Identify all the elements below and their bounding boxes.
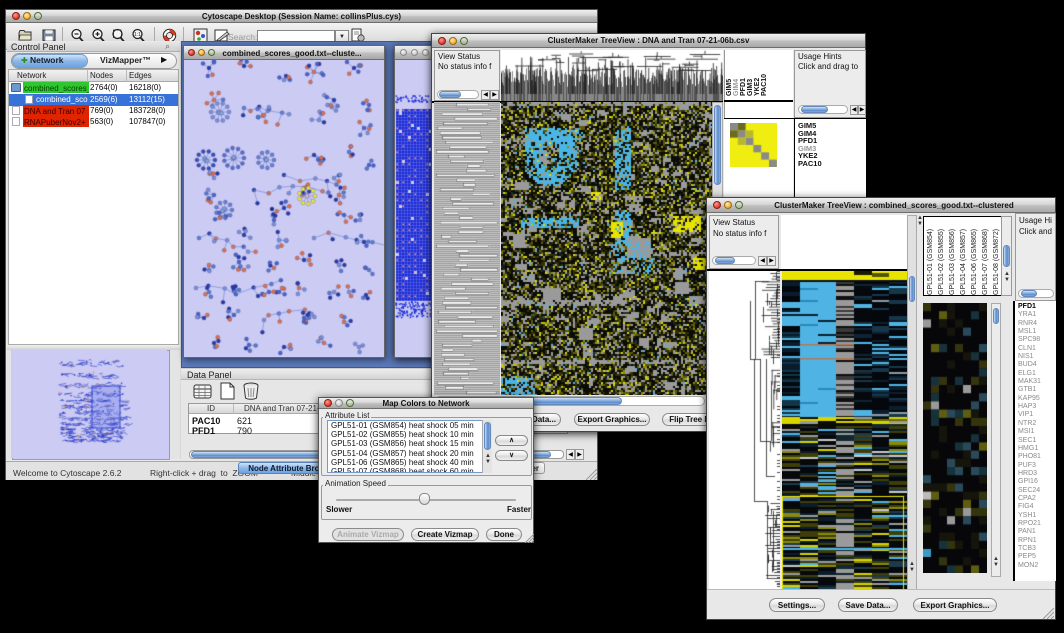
- svg-text:1:1: 1:1: [134, 32, 141, 38]
